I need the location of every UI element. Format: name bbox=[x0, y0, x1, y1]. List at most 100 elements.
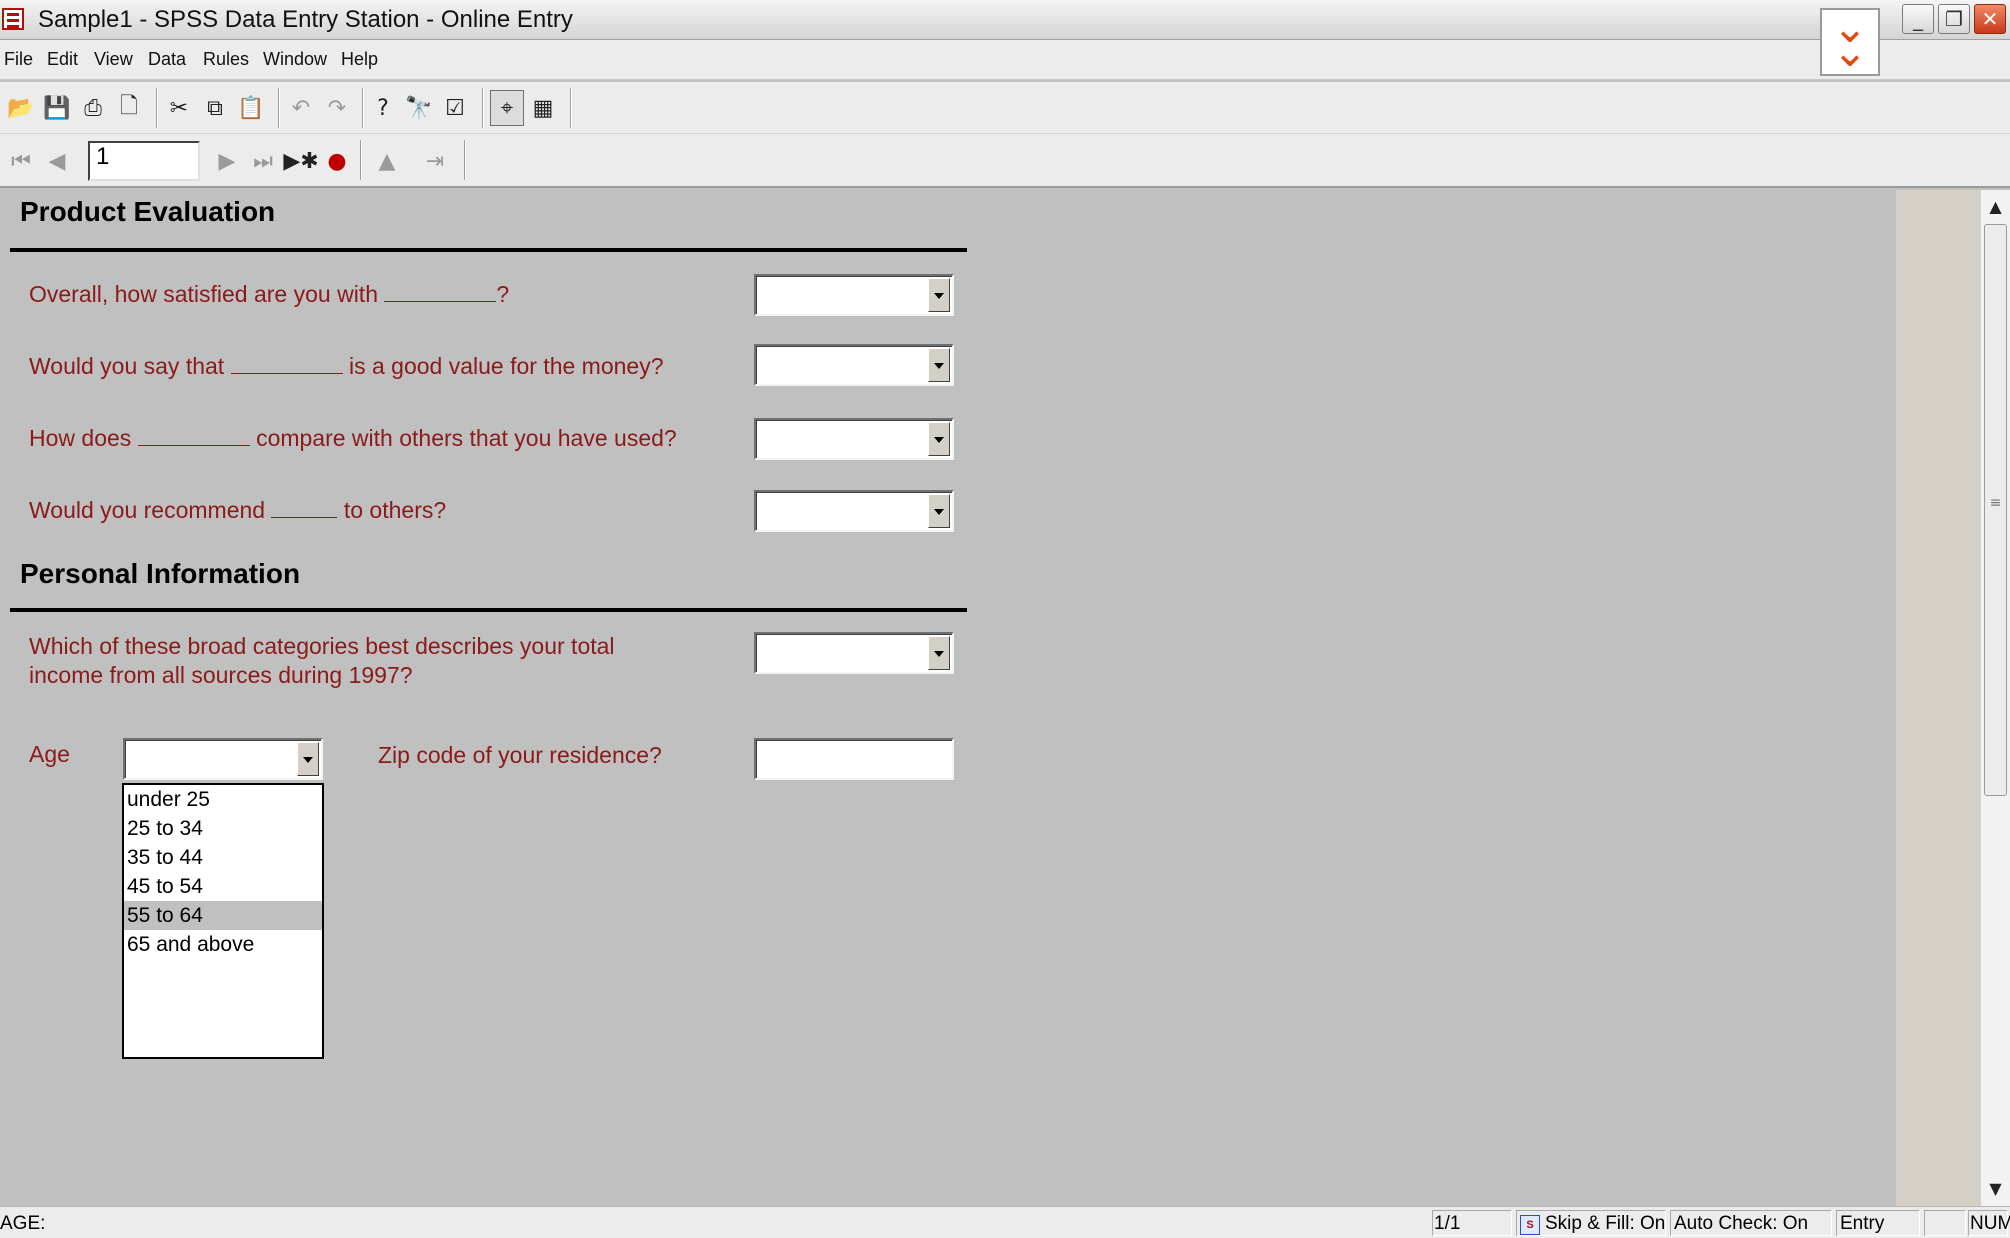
help-icon[interactable]: ? bbox=[366, 90, 400, 126]
title-bar: Sample1 - SPSS Data Entry Station - Onli… bbox=[0, 0, 2010, 40]
status-bar: AGE: 1/1 S Skip & Fill: On Auto Check: O… bbox=[0, 1206, 2010, 1238]
toolbar-separator bbox=[156, 88, 158, 128]
window-controls: _ ❐ ✕ bbox=[1902, 4, 2006, 34]
age-dropdown-list: under 25 25 to 34 35 to 44 45 to 54 55 t… bbox=[122, 783, 324, 1059]
zip-code-input[interactable] bbox=[754, 738, 954, 780]
value-dropdown[interactable] bbox=[754, 344, 954, 386]
skip-icon[interactable]: ⇥ bbox=[418, 143, 452, 179]
copy-icon[interactable]: ⧉ bbox=[198, 90, 232, 126]
vertical-scrollbar[interactable]: ▲ ▼ bbox=[1980, 190, 2010, 1206]
menu-help[interactable]: Help bbox=[341, 49, 378, 70]
chevron-down-icon[interactable] bbox=[928, 636, 950, 670]
question-text: income from all sources during 1997? bbox=[29, 662, 413, 688]
scroll-down-icon[interactable]: ▼ bbox=[1983, 1176, 2008, 1202]
status-auto-check: Auto Check: On bbox=[1674, 1213, 1809, 1234]
chevron-down-icon[interactable] bbox=[928, 422, 950, 456]
question-text: to others? bbox=[343, 497, 447, 523]
status-skip-fill: Skip & Fill: On bbox=[1545, 1213, 1666, 1234]
paste-icon[interactable]: 📋 bbox=[234, 90, 268, 126]
restore-icon[interactable]: ❐ bbox=[1938, 4, 1970, 34]
toolbar-separator bbox=[482, 88, 484, 128]
question-text: Which of these broad categories best des… bbox=[29, 633, 615, 659]
toolbar-separator bbox=[570, 88, 572, 128]
undo-icon[interactable]: ↶ bbox=[284, 90, 318, 126]
menu-bar: File Edit View Data Rules Window Help bbox=[0, 40, 2010, 80]
status-pane bbox=[1924, 1210, 1966, 1236]
print-preview-icon[interactable]: 🗋 bbox=[112, 90, 146, 126]
section-divider bbox=[10, 248, 967, 252]
chevron-down-icon[interactable] bbox=[928, 494, 950, 528]
question-compare: How does compare with others that you ha… bbox=[29, 424, 677, 453]
question-text: ? bbox=[496, 281, 510, 307]
new-record-icon[interactable]: ▶✱ bbox=[283, 143, 318, 179]
collapse-chevron-icon[interactable]: ⌄ ⌄ bbox=[1820, 7, 1880, 76]
grid-view-icon[interactable]: ▦ bbox=[526, 90, 560, 126]
skip-fill-icon: S bbox=[1520, 1215, 1540, 1235]
question-recommend: Would you recommend to others? bbox=[29, 496, 446, 525]
chevron-down-icon[interactable] bbox=[928, 348, 950, 382]
status-mode: Entry bbox=[1840, 1213, 1885, 1234]
product-blank bbox=[271, 496, 338, 518]
navigation-toolbar: ⏮ ◀ 1 ▶ ⏭ ▶✱ ● ▲ ⇥ bbox=[0, 134, 2010, 188]
question-text: is a good value for the money? bbox=[348, 353, 664, 379]
first-record-icon[interactable]: ⏮ bbox=[4, 143, 38, 179]
question-text: Would you recommend bbox=[29, 497, 266, 523]
age-option[interactable]: 45 to 54 bbox=[124, 872, 322, 901]
form-margin bbox=[1896, 190, 1980, 1206]
recommend-dropdown[interactable] bbox=[754, 490, 954, 532]
age-option[interactable]: 65 and above bbox=[124, 930, 322, 959]
menu-file[interactable]: File bbox=[4, 49, 33, 70]
satisfaction-dropdown[interactable] bbox=[754, 274, 954, 316]
last-record-icon[interactable]: ⏭ bbox=[246, 143, 280, 179]
question-income: Which of these broad categories best des… bbox=[29, 632, 615, 690]
main-toolbar: 📂 💾 ⎙ 🗋 ✂ ⧉ 📋 ↶ ↷ ? 🔭 ☑ ⌖ ▦ bbox=[0, 82, 2010, 134]
section-divider bbox=[10, 608, 967, 612]
previous-record-icon[interactable]: ◀ bbox=[40, 143, 74, 179]
form-view-icon[interactable]: ⌖ bbox=[490, 90, 524, 126]
age-option[interactable]: 25 to 34 bbox=[124, 814, 322, 843]
section-title-product: Product Evaluation bbox=[20, 196, 276, 227]
open-folder-icon[interactable]: 📂 bbox=[4, 90, 38, 126]
question-value: Would you say that is a good value for t… bbox=[29, 352, 664, 381]
age-option[interactable]: 35 to 44 bbox=[124, 843, 322, 872]
status-field: AGE: bbox=[0, 1213, 46, 1234]
close-icon[interactable]: ✕ bbox=[1974, 4, 2006, 34]
chevron-down-icon[interactable] bbox=[297, 742, 319, 776]
age-dropdown[interactable] bbox=[123, 738, 323, 780]
chevron-down-icon[interactable] bbox=[928, 278, 950, 312]
scroll-thumb[interactable] bbox=[1984, 224, 2007, 796]
product-blank bbox=[230, 352, 343, 374]
income-dropdown[interactable] bbox=[754, 632, 954, 674]
record-number-input[interactable]: 1 bbox=[88, 141, 200, 181]
delete-record-icon[interactable]: ● bbox=[320, 143, 354, 179]
rules-icon[interactable]: ▲ bbox=[370, 143, 404, 179]
menu-rules[interactable]: Rules bbox=[203, 49, 249, 70]
cut-icon[interactable]: ✂ bbox=[162, 90, 196, 126]
status-num: NUM bbox=[1970, 1213, 2010, 1234]
minimize-icon[interactable]: _ bbox=[1902, 4, 1934, 34]
redo-icon[interactable]: ↷ bbox=[320, 90, 354, 126]
menu-edit[interactable]: Edit bbox=[47, 49, 78, 70]
scroll-up-icon[interactable]: ▲ bbox=[1983, 194, 2008, 220]
menu-view[interactable]: View bbox=[94, 49, 133, 70]
section-title-personal: Personal Information bbox=[20, 558, 301, 589]
save-icon[interactable]: 💾 bbox=[40, 90, 74, 126]
question-text: Overall, how satisfied are you with bbox=[29, 281, 378, 307]
app-icon[interactable] bbox=[2, 8, 24, 30]
zip-label: Zip code of your residence? bbox=[378, 742, 662, 768]
question-text: compare with others that you have used? bbox=[256, 425, 677, 451]
menu-data[interactable]: Data bbox=[148, 49, 186, 70]
age-option[interactable]: under 25 bbox=[124, 785, 322, 814]
question-text: How does bbox=[29, 425, 132, 451]
find-icon[interactable]: 🔭 bbox=[402, 90, 436, 126]
check-icon[interactable]: ☑ bbox=[438, 90, 472, 126]
next-record-icon[interactable]: ▶ bbox=[210, 143, 244, 179]
menu-window[interactable]: Window bbox=[263, 49, 327, 70]
print-icon[interactable]: ⎙ bbox=[76, 90, 110, 126]
product-blank bbox=[384, 280, 497, 302]
product-blank bbox=[137, 424, 250, 446]
toolbar-separator bbox=[362, 88, 364, 128]
toolbar-separator bbox=[360, 140, 362, 180]
age-option-highlighted[interactable]: 55 to 64 bbox=[124, 901, 322, 930]
compare-dropdown[interactable] bbox=[754, 418, 954, 460]
